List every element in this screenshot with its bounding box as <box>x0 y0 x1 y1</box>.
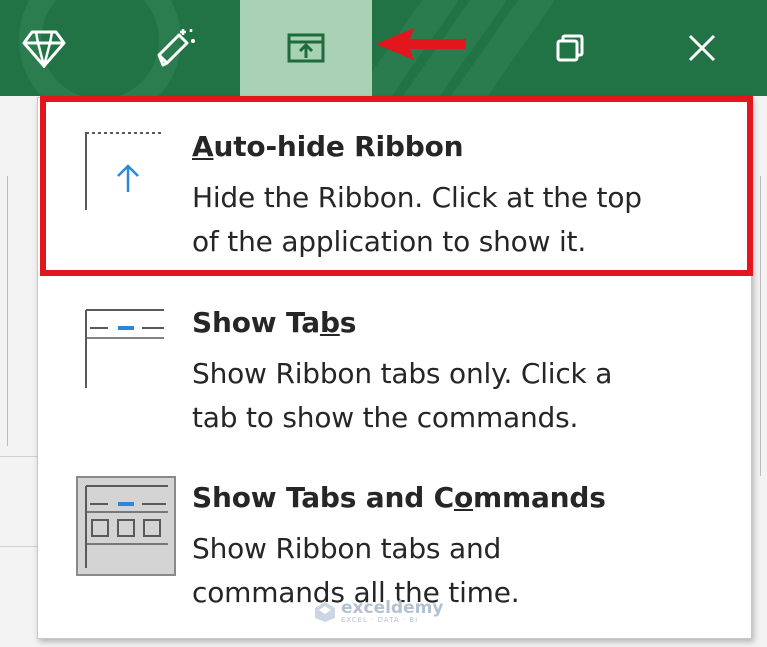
red-arrow-icon <box>376 28 466 60</box>
watermark: exceldemy EXCEL · DATA · BI <box>313 600 443 624</box>
watermark-name: exceldemy <box>341 598 444 618</box>
exceldemy-logo-icon <box>315 602 335 622</box>
menu-item-title: Show Tabs <box>192 306 357 339</box>
coauthoring-button[interactable] <box>138 0 214 96</box>
highlight-box <box>40 96 753 276</box>
close-button[interactable] <box>660 0 744 96</box>
pen-sparkle-icon <box>153 25 199 71</box>
menu-item-show-tabs[interactable]: Show Tabs Show Ribbon tabs only. Click a… <box>38 280 751 455</box>
sheet-gridline <box>0 456 37 457</box>
sheet-gridline <box>760 176 761 476</box>
premium-button[interactable] <box>8 0 80 96</box>
restore-down-button[interactable] <box>530 0 610 96</box>
show-tabs-icon <box>84 306 166 394</box>
ribbon-display-options-icon <box>286 32 326 64</box>
menu-item-description: Show Ribbon tabs only. Click a tab to sh… <box>192 357 613 434</box>
show-tabs-and-commands-icon <box>76 476 176 580</box>
sheet-gridline <box>0 546 37 547</box>
ribbon-display-options-button[interactable] <box>240 0 372 96</box>
close-icon <box>687 33 717 63</box>
sheet-gridline <box>7 176 8 446</box>
diamond-icon <box>22 28 66 68</box>
restore-icon <box>555 33 585 63</box>
menu-item-title: Show Tabs and Commands <box>192 481 606 514</box>
